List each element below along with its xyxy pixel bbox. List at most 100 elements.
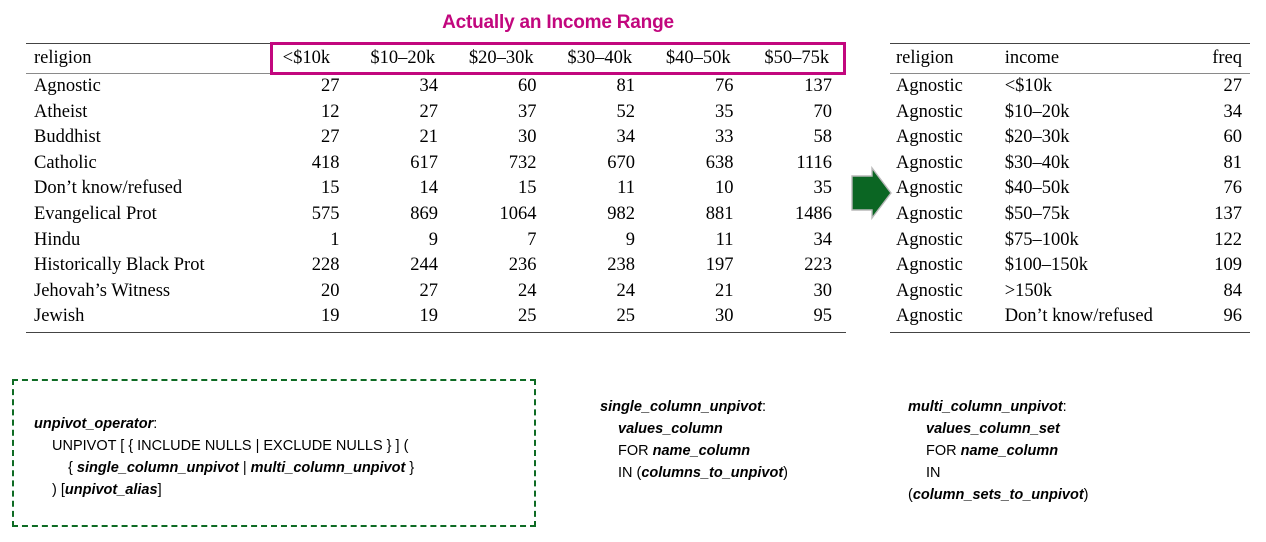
- wide-cell-religion: Evangelical Prot: [34, 203, 157, 224]
- long-cell-freq: 109: [1214, 255, 1242, 276]
- syntax-placeholder: name_column: [652, 443, 751, 459]
- wide-header-lt10k: <$10k: [259, 43, 354, 74]
- wide-table: religion <$10k $10–20k $20–30k $30–40k $…: [26, 43, 846, 333]
- long-cell-religion: Agnostic: [896, 152, 963, 173]
- operator-syntax-line: unpivot_operator:: [34, 413, 534, 435]
- multi-syntax-line: FOR name_column: [908, 440, 1089, 462]
- wide-cell-count: 35: [714, 101, 734, 122]
- wide-cell-count: 11: [715, 229, 734, 250]
- table-row: Agnostic $20–30k 60: [890, 125, 1250, 151]
- syntax-keyword: ): [1083, 487, 1089, 503]
- long-cell-income: >150k: [1004, 280, 1053, 301]
- wide-cell-count: 20: [320, 280, 340, 301]
- table-row: Jehovah’s Witness 20 27 24 24 21 30: [26, 279, 846, 305]
- long-cell-income: Don’t know/refused: [1004, 304, 1192, 333]
- table-row: Don’t know/refused 15 14 15 11 10 35: [26, 176, 846, 202]
- syntax-keyword: UNPIVOT [ { INCLUDE NULLS | EXCLUDE NULL…: [52, 438, 409, 454]
- long-cell-religion: Agnostic: [890, 304, 1005, 333]
- wide-cell-count: 15: [517, 178, 537, 199]
- multi-syntax-line: IN: [908, 462, 1089, 484]
- wide-header-10-20k: $10–20k: [353, 43, 452, 74]
- wide-cell-count: 24: [517, 280, 537, 301]
- wide-table-container: religion <$10k $10–20k $20–30k $30–40k $…: [26, 43, 846, 333]
- syntax-keyword: :: [153, 416, 158, 432]
- wide-cell-count: 34: [813, 229, 833, 250]
- syntax-placeholder: values_column: [618, 421, 723, 437]
- table-row: Agnostic 27 34 60 81 76 137: [26, 74, 846, 100]
- wide-cell-count: 35: [813, 178, 833, 199]
- wide-cell-count: 418: [311, 152, 340, 173]
- wide-cell-count: 27: [419, 101, 438, 122]
- wide-cell-count: 869: [410, 203, 438, 224]
- long-table-header-row: religion income freq: [890, 43, 1250, 74]
- wide-cell-count: 25: [451, 304, 551, 333]
- table-row: Historically Black Prot 228 244 236 238 197 22…: [26, 253, 846, 279]
- wide-cell-count: 37: [517, 101, 537, 122]
- wide-cell-count: 14: [419, 178, 438, 199]
- wide-cell-religion: Catholic: [34, 152, 97, 173]
- syntax-keyword: |: [238, 460, 251, 476]
- syntax-keyword: :: [761, 399, 766, 415]
- wide-cell-count: 197: [705, 255, 734, 276]
- table-row: Agnostic >150k 84: [890, 279, 1250, 305]
- long-cell-religion: Agnostic: [896, 229, 963, 250]
- table-row: Agnostic <$10k 27: [890, 74, 1250, 100]
- wide-cell-count: 60: [517, 76, 537, 96]
- syntax-keyword: ): [783, 465, 788, 481]
- wide-header-30-40k: $30–40k: [550, 43, 649, 74]
- wide-cell-count: 27: [320, 76, 340, 96]
- single-syntax-line: values_column: [600, 418, 788, 440]
- syntax-placeholder: name_column: [960, 443, 1059, 459]
- wide-cell-count: 10: [714, 178, 734, 199]
- wide-cell-count: 24: [616, 280, 635, 301]
- wide-cell-count: 30: [813, 280, 833, 301]
- income-range-annotation-title: Actually an Income Range: [442, 12, 674, 33]
- wide-cell-count: 30: [517, 127, 537, 148]
- long-cell-freq: 84: [1223, 280, 1243, 301]
- long-cell-religion: Agnostic: [896, 76, 963, 96]
- wide-cell-count: 58: [813, 127, 833, 148]
- wide-cell-count: 137: [804, 76, 832, 96]
- long-cell-religion: Agnostic: [896, 255, 963, 276]
- syntax-keyword: ) [: [52, 482, 65, 498]
- long-cell-freq: 60: [1223, 127, 1243, 148]
- syntax-placeholder: single_column_unpivot: [600, 399, 762, 415]
- wide-cell-count: 76: [714, 76, 734, 96]
- wide-cell-count: 52: [616, 101, 635, 122]
- multi-syntax-line: (column_sets_to_unpivot): [908, 484, 1089, 506]
- multi-syntax-line: multi_column_unpivot:: [908, 396, 1089, 418]
- wide-cell-count: 21: [419, 127, 438, 148]
- wide-cell-count: 27: [320, 127, 340, 148]
- wide-cell-count: 21: [714, 280, 734, 301]
- table-row: Buddhist 27 21 30 34 33 58: [26, 125, 846, 151]
- table-row: Catholic 418 617 732 670 638 1116: [26, 151, 846, 177]
- long-cell-income: $75–100k: [1004, 229, 1079, 250]
- wide-cell-count: 15: [320, 178, 340, 199]
- syntax-placeholder: multi_column_unpivot: [250, 460, 406, 476]
- wide-cell-count: 617: [410, 152, 438, 173]
- wide-cell-count: 19: [353, 304, 452, 333]
- table-row: Jewish 19 19 25 25 30 95: [26, 304, 846, 333]
- wide-cell-count: 11: [617, 178, 635, 199]
- table-row: Agnostic Don’t know/refused 96: [890, 304, 1250, 333]
- table-row: Hindu 1 9 7 9 11 34: [26, 228, 846, 254]
- long-cell-freq: 34: [1223, 101, 1243, 122]
- long-cell-freq: 137: [1214, 203, 1242, 224]
- wide-cell-count: 70: [813, 101, 833, 122]
- long-cell-religion: Agnostic: [896, 178, 963, 199]
- wide-header-50-75k: $50–75k: [747, 43, 846, 74]
- operator-syntax-line: { single_column_unpivot | multi_column_u…: [34, 457, 534, 479]
- operator-syntax-line: ) [unpivot_alias]: [34, 479, 534, 501]
- syntax-placeholder: values_column_set: [926, 421, 1060, 437]
- wide-cell-count: 81: [616, 76, 635, 96]
- syntax-keyword: {: [68, 460, 77, 476]
- long-cell-religion: Agnostic: [896, 127, 963, 148]
- long-cell-income: $30–40k: [1004, 152, 1070, 173]
- wide-cell-count: 1: [330, 229, 340, 250]
- wide-cell-religion: Atheist: [34, 101, 88, 122]
- table-row: Agnostic $75–100k 122: [890, 228, 1250, 254]
- table-row: Atheist 12 27 37 52 35 70: [26, 100, 846, 126]
- wide-cell-count: 30: [648, 304, 748, 333]
- table-row: Agnostic $50–75k 137: [890, 202, 1250, 228]
- wide-cell-count: 12: [320, 101, 340, 122]
